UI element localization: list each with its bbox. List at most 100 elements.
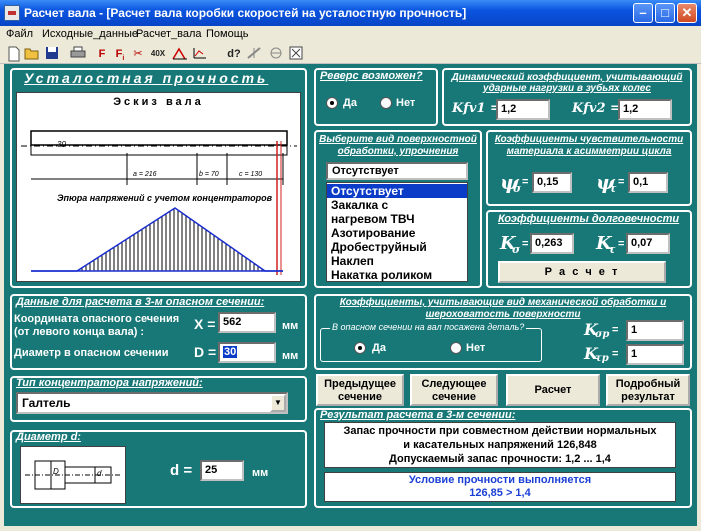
concentrator-value: Галтель: [22, 396, 71, 410]
window-title: Расчет вала - [Расчет вала коробки скоро…: [24, 6, 467, 20]
result-status-1: Условие прочности выполняется: [408, 474, 592, 486]
k-sigma-input[interactable]: 0,263: [530, 233, 574, 254]
dynamic-title-2: ударные нагрузки в зубьях колес: [483, 83, 651, 94]
surface-select[interactable]: Отсутствует: [326, 162, 468, 180]
k-tau-p-subscript: τр: [595, 353, 609, 364]
concentrator-select[interactable]: Галтель ▼: [16, 392, 288, 414]
psi-tau-input[interactable]: 0,1: [628, 172, 668, 193]
surface-option[interactable]: Отсутствует: [327, 184, 467, 198]
detailed-result-line-2: результат: [621, 391, 675, 403]
save-icon[interactable]: [44, 46, 60, 62]
open-icon[interactable]: [24, 46, 40, 62]
toolbar: F Fi ✂ 40X d?: [0, 44, 701, 64]
close-button[interactable]: ✕: [677, 3, 697, 23]
surface-option[interactable]: Азотирование: [327, 226, 467, 240]
help-icon[interactable]: d?: [226, 46, 242, 62]
x-coordinate-input[interactable]: 562: [218, 312, 276, 333]
diagram-icon[interactable]: [172, 46, 188, 62]
next-section-line-2: сечение: [432, 391, 476, 403]
reverse-title: Реверс возможен?: [320, 70, 423, 82]
dim-a-label: a = 216: [133, 171, 157, 178]
fit-no-radio[interactable]: [450, 342, 462, 354]
k-sigma-subscript: σ: [512, 243, 521, 256]
reverse-no-radio[interactable]: [380, 97, 392, 109]
diameter-input[interactable]: 30: [218, 342, 276, 363]
chevron-down-icon[interactable]: ▼: [270, 394, 286, 412]
diameter-label: Диаметр в опасном сечении: [14, 347, 169, 359]
surface-option[interactable]: Дробеструйный Наклеп: [327, 240, 437, 268]
result-status-2: 126,85 > 1,4: [469, 487, 531, 499]
settings-icon[interactable]: [246, 46, 262, 62]
surface-title-1: Выберите вид поверхностной: [319, 134, 477, 145]
small-diameter-input[interactable]: 25: [200, 460, 244, 481]
print-icon[interactable]: [70, 46, 86, 62]
diameter-D-mark: D: [53, 467, 59, 476]
kfv2-label: Kfv2 =: [572, 101, 621, 116]
surface-title-2: обработки, упрочнения: [337, 146, 459, 157]
close-doc-icon[interactable]: [288, 46, 304, 62]
tool-icon[interactable]: [268, 46, 284, 62]
menu-shaft-calc[interactable]: Расчет_вала: [136, 28, 201, 40]
prev-section-line-1: Предыдущее: [324, 378, 396, 390]
reverse-yes-radio[interactable]: [326, 97, 338, 109]
small-diameter-unit: мм: [252, 467, 269, 479]
k-tau-subscript: τ: [608, 243, 616, 256]
fit-yes-radio[interactable]: [354, 342, 366, 354]
k-sigma-eq: =: [522, 238, 529, 250]
dynamic-title-1: Динамический коэффициент, учитывающий: [451, 72, 683, 83]
k-tau-input[interactable]: 0,07: [626, 233, 670, 254]
fatigue-title: Усталостная прочность: [24, 70, 269, 86]
menu-input-data[interactable]: Исходные_данные: [42, 28, 138, 40]
surface-selected-value: Отсутствует: [332, 165, 399, 177]
data-panel-title: Данные для расчета в 3-м опасном сечении…: [16, 296, 265, 308]
fit-group: [320, 328, 542, 362]
dim-c-label: c = 130: [239, 171, 263, 178]
reverse-no-label: Нет: [396, 97, 416, 109]
durability-title: Коэффициенты долговечности: [498, 213, 680, 225]
result-status-box: Условие прочности выполняется 126,85 > 1…: [324, 472, 676, 502]
psi-sigma-input[interactable]: 0,15: [532, 172, 572, 193]
dim-b-label: b = 70: [199, 171, 219, 178]
app-icon: [4, 5, 20, 21]
calc-button[interactable]: Расчет: [506, 374, 600, 406]
minimize-button[interactable]: –: [633, 3, 653, 23]
coord-label-1: Координата опасного сечения: [14, 313, 180, 325]
psi-sigma-subscript: σ: [513, 182, 522, 195]
d-unit: мм: [282, 350, 299, 362]
k-sigma-p-input[interactable]: 1: [626, 320, 684, 341]
cut-icon[interactable]: ✂: [130, 46, 146, 62]
chart-icon[interactable]: [192, 46, 208, 62]
k-sigma-p-eq: =: [612, 324, 619, 336]
result-line-3: Допускаемый запас прочности: 1,2 ... 1,4: [389, 453, 611, 465]
prev-section-button[interactable]: Предыдущее сечение: [316, 374, 404, 406]
k-tau-p-input[interactable]: 1: [626, 344, 684, 365]
psi-sigma-eq: =: [522, 176, 529, 188]
machining-title-2: шероховатость поверхности: [425, 309, 581, 320]
result-title: Результат расчета в 3-м сечении:: [320, 409, 516, 421]
kfv1-input[interactable]: 1,2: [496, 99, 550, 120]
force-icon[interactable]: F: [94, 46, 110, 62]
menu-file[interactable]: Файл: [6, 28, 33, 40]
next-section-button[interactable]: Следующее сечение: [410, 374, 498, 406]
reverse-yes-label: Да: [343, 97, 357, 109]
surface-option[interactable]: Закалка с нагревом ТВЧ: [327, 198, 447, 226]
result-line-1: Запас прочности при совместном действии …: [343, 425, 657, 437]
fit-question: В опасном сечении на вал посажена деталь…: [330, 322, 527, 332]
detailed-result-button[interactable]: Подробный результат: [606, 374, 690, 406]
shaft-sketch: Эскиз вала 30 a = 216 b = 70 c = 130 Эпю…: [16, 92, 301, 282]
scale-icon[interactable]: 40X: [148, 46, 168, 62]
psi-tau-subscript: τ: [609, 182, 617, 195]
menu-help[interactable]: Помощь: [206, 28, 249, 40]
new-icon[interactable]: [6, 46, 22, 62]
maximize-button[interactable]: □: [655, 3, 675, 23]
x-unit: мм: [282, 320, 299, 332]
kfv2-input[interactable]: 1,2: [618, 99, 672, 120]
durability-calc-button[interactable]: Р а с ч е т: [498, 261, 666, 283]
fit-yes-label: Да: [372, 342, 386, 354]
diameter-panel-title: Диаметр d:: [16, 431, 81, 443]
moment-icon[interactable]: Fi: [112, 46, 128, 62]
surface-option[interactable]: Накатка роликом: [327, 268, 467, 282]
diameter-sketch: D d: [20, 446, 126, 504]
prev-section-line-2: сечение: [338, 391, 382, 403]
coord-label-2: (от левого конца вала) :: [14, 326, 145, 338]
